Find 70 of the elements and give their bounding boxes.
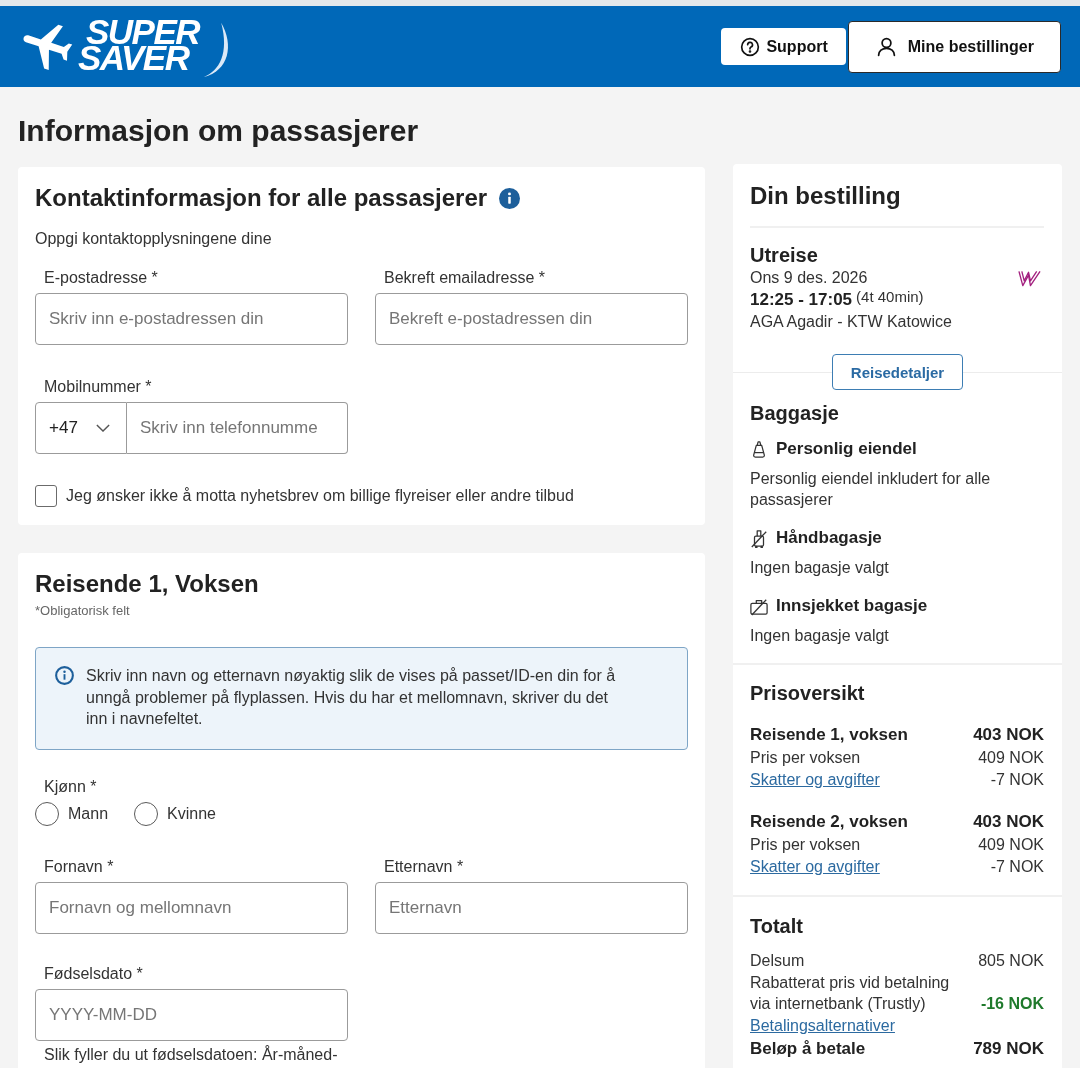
price-amount: 403 NOK (973, 811, 1044, 833)
price-amount: 409 NOK (978, 748, 1044, 768)
price-label: Pris per voksen (750, 835, 861, 855)
baggage-name: Personlig eiendel (776, 438, 917, 460)
section-subtitle: Oppgi kontaktopplysningene dine (35, 229, 273, 249)
logo-text: SUPER (86, 18, 200, 45)
details-button[interactable]: Reisedetaljer (831, 354, 964, 390)
price-amount: 409 NOK (978, 835, 1044, 855)
section-heading: Totalt (750, 914, 804, 939)
bookings-button[interactable]: Mine bestillinger (847, 20, 1061, 73)
flight-route: AGA Agadir - KTW Katowice (750, 312, 952, 332)
checkbox-label: Jeg ønsker ikke å motta nyhetsbrev om billige flyreiser eller andre tilbud (66, 486, 574, 506)
info-icon[interactable] (499, 187, 521, 209)
price-amount: 805 NOK (978, 951, 1044, 971)
field-label: Fornavn * (44, 856, 115, 877)
baggage-description: Ingen bagasje valgt (750, 558, 890, 578)
fees-link[interactable]: Skatter og avgifter (750, 768, 880, 790)
total-label: Beløp å betale (750, 1038, 866, 1060)
total-amount: 789 NOK (973, 1038, 1044, 1060)
fees-link[interactable]: Skatter og avgifter (750, 855, 880, 877)
flight-duration: (4t 40min) (856, 287, 924, 307)
field-label: Bekreft emailadresse * (384, 268, 546, 288)
section-heading: Prisoversikt (750, 681, 866, 706)
price-label: Delsum (750, 951, 805, 971)
price-label: Pris per voksen (750, 748, 861, 768)
section-title: Kontaktinformasjon for alle passasjerer (35, 183, 488, 213)
required-note: *Obligatorisk felt (35, 602, 131, 619)
baggage-name: Innsjekket bagasje (776, 595, 928, 617)
user-icon (875, 36, 897, 57)
flight-times: 12:25 - 17:05 (750, 289, 853, 311)
info-icon (55, 666, 74, 685)
field-label: Fødselsdato * (44, 963, 144, 984)
baggage-name: Håndbagasje (776, 527, 882, 549)
baggage-description: Personlig eiendel inkludert for alle passasjerer (750, 469, 992, 510)
country-code-select[interactable]: +47 (35, 402, 127, 454)
phone-field[interactable]: Skriv inn telefonnumme (127, 402, 348, 454)
date-field[interactable]: YYYY-MM-DD (35, 988, 348, 1041)
notice-text: Skriv inn navn og etternavn nøyaktig slik de vises på passet/ID-en din for å unngå problemer på flyplassen. Hvis du har et mellomnavn, skriver du det inn i navnefeltet. (86, 666, 617, 729)
traveler-name: Reisende 1, voksen (750, 724, 908, 746)
airline-logo-icon (1018, 270, 1041, 287)
radio-label: Kvinne (167, 803, 216, 824)
question-circle-icon (740, 36, 761, 57)
field-hint: Slik fyller du ut fødselsdatoen: År-måned- (44, 1046, 339, 1063)
field-label: Mobilnummer * (44, 377, 153, 397)
flight-date: Ons 9 des. 2026 (750, 268, 869, 288)
baggage-description: Ingen bagasje valgt (750, 626, 890, 646)
field-label: Etternavn * (384, 856, 465, 877)
section-title: Reisende 1, Voksen (35, 569, 260, 599)
chevron-down-icon (96, 424, 110, 432)
logo-text: SAVER (78, 44, 189, 71)
price-amount: 403 NOK (973, 724, 1044, 746)
flight-direction: Utreise (750, 243, 819, 268)
price-amount: -7 NOK (990, 856, 1044, 877)
price-amount: -7 NOK (990, 769, 1044, 790)
name-field[interactable]: Etternavn (375, 881, 688, 934)
page-title: Informasjon om passasjerer (18, 113, 420, 149)
discount-amount: -16 NOK (980, 994, 1044, 1014)
payment-options-link[interactable]: Betalingsalternativer (750, 1014, 895, 1036)
field-label: Kjønn * (44, 776, 98, 797)
email-field[interactable]: Skriv inn e-postadressen din (35, 293, 348, 345)
email-field[interactable]: Bekreft e-postadressen din (375, 293, 688, 345)
support-button[interactable]: Support (721, 28, 846, 65)
name-field[interactable]: Fornavn og mellomnavn (35, 881, 348, 934)
discount-label: Rabatterat pris vid betalning via internetbank (Trustly) (750, 972, 951, 1014)
section-heading: Baggasje (750, 401, 840, 426)
field-label: E-postadresse * (44, 268, 159, 288)
traveler-name: Reisende 2, voksen (750, 811, 908, 833)
order-title: Din bestilling (750, 181, 1044, 228)
checkbox[interactable] (35, 485, 57, 507)
radio-label: Mann (68, 803, 109, 824)
